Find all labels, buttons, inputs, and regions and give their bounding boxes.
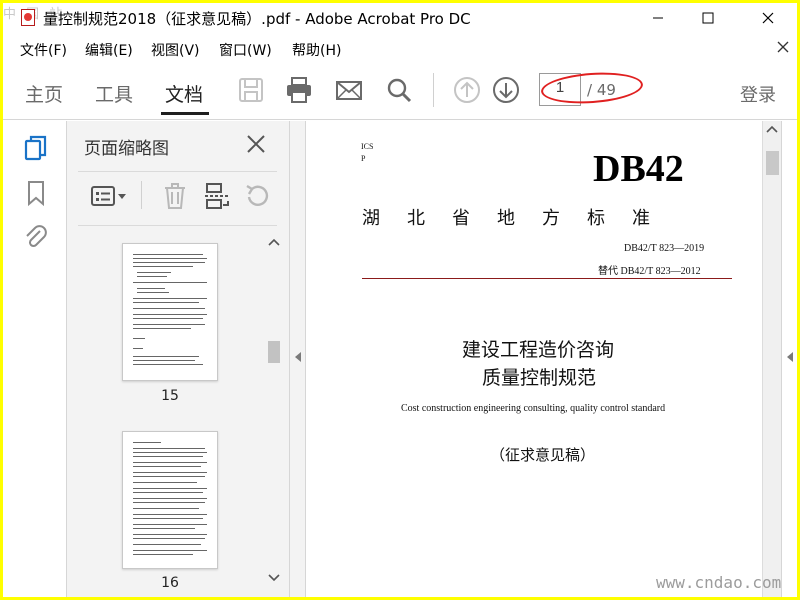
doc-rule xyxy=(362,278,732,279)
menu-bar: 文件(F) 编辑(E) 视图(V) 窗口(W) 帮助(H) xyxy=(3,33,797,61)
maximize-icon xyxy=(702,12,714,24)
doc-replaces: 替代 DB42/T 823—2012 xyxy=(598,266,701,277)
close-document-icon[interactable] xyxy=(775,39,791,55)
rotate-icon[interactable] xyxy=(242,181,272,211)
maximize-button[interactable] xyxy=(685,3,731,33)
window-title: 量控制规范2018（征求意见稿）.pdf - Adobe Acrobat Pro… xyxy=(43,10,471,28)
pdf-file-icon xyxy=(21,9,35,26)
main-toolbar: 主页 工具 文档 1 / 49 登录 xyxy=(3,61,797,120)
thumbnail-page-label: 16 xyxy=(161,575,179,591)
print-icon[interactable] xyxy=(284,75,314,105)
panel-divider xyxy=(78,171,277,172)
doc-title-line1: 建设工程造价咨询 xyxy=(462,340,615,361)
doc-standard-name: 湖北省地方标准 xyxy=(362,208,677,228)
title-bar: 中 国 站 量控制规范2018（征求意见稿）.pdf - Adobe Acrob… xyxy=(3,3,797,33)
menu-edit[interactable]: 编辑(E) xyxy=(85,40,133,60)
scrollbar-thumb[interactable] xyxy=(766,151,779,175)
scroll-down-icon[interactable] xyxy=(268,573,280,583)
close-window-button[interactable] xyxy=(745,3,791,33)
minimize-icon xyxy=(653,17,663,19)
doc-english-title: Cost construction engineering consulting… xyxy=(401,403,666,414)
bookmarks-icon[interactable] xyxy=(23,179,49,207)
menu-view[interactable]: 视图(V) xyxy=(151,40,200,60)
search-icon[interactable] xyxy=(384,75,414,105)
panel-title: 页面缩略图 xyxy=(84,139,169,159)
doc-standard-number: DB42/T 823—2019 xyxy=(624,243,705,254)
page-up-icon[interactable] xyxy=(452,75,482,105)
email-icon[interactable] xyxy=(334,75,364,105)
scroll-up-icon[interactable] xyxy=(268,237,280,247)
menu-window[interactable]: 窗口(W) xyxy=(219,40,272,60)
doc-p: P xyxy=(361,154,366,163)
tab-tools[interactable]: 工具 xyxy=(95,80,133,107)
menu-help[interactable]: 帮助(H) xyxy=(292,40,341,60)
collapse-left-icon[interactable] xyxy=(294,351,302,363)
thumbnail-scrollbar[interactable] xyxy=(265,233,283,597)
page-thumbnail[interactable] xyxy=(122,431,218,569)
close-panel-icon[interactable] xyxy=(245,133,267,155)
page-thumbnail[interactable] xyxy=(122,243,218,381)
toolbar-separator xyxy=(433,73,434,107)
doc-draft-label: （征求意见稿） xyxy=(490,448,596,464)
page-down-icon[interactable] xyxy=(491,75,521,105)
scrollbar-thumb[interactable] xyxy=(268,341,280,363)
thumbnail-options-icon[interactable] xyxy=(89,181,129,211)
save-icon[interactable] xyxy=(236,75,266,105)
scroll-up-icon[interactable] xyxy=(766,124,778,134)
acrobat-window: 中 国 站 量控制规范2018（征求意见稿）.pdf - Adobe Acrob… xyxy=(3,3,797,597)
close-icon xyxy=(762,12,774,24)
panel-splitter[interactable] xyxy=(290,121,306,597)
panel-toolbar-separator xyxy=(141,181,142,209)
delete-icon[interactable] xyxy=(160,181,190,211)
extract-pages-icon[interactable] xyxy=(202,181,232,211)
doc-ics: ICS xyxy=(361,142,374,151)
tab-document[interactable]: 文档 xyxy=(165,80,203,107)
page-thumbnails-icon[interactable] xyxy=(23,135,49,163)
minimize-button[interactable] xyxy=(635,3,681,33)
attachments-icon[interactable] xyxy=(23,223,49,251)
expand-right-panel-icon[interactable] xyxy=(786,351,794,363)
document-page: ICS P DB42 湖北省地方标准 DB42/T 823—2019 替代 DB… xyxy=(306,121,762,597)
panel-divider xyxy=(78,225,277,226)
login-button[interactable]: 登录 xyxy=(740,81,776,107)
menu-file[interactable]: 文件(F) xyxy=(20,40,67,60)
thumbnail-page-label: 15 xyxy=(161,388,179,404)
doc-db-code: DB42 xyxy=(593,148,684,190)
navigation-rail xyxy=(3,121,67,597)
right-panel-splitter[interactable] xyxy=(781,121,797,597)
document-scrollbar[interactable] xyxy=(762,121,781,597)
thumbnail-panel: 页面缩略图 15 16 xyxy=(67,121,290,597)
active-tab-indicator xyxy=(161,112,209,115)
watermark-bottom: www.cndao.com xyxy=(656,573,782,592)
tab-home[interactable]: 主页 xyxy=(25,80,63,107)
doc-title-line2: 质量控制规范 xyxy=(482,368,597,389)
